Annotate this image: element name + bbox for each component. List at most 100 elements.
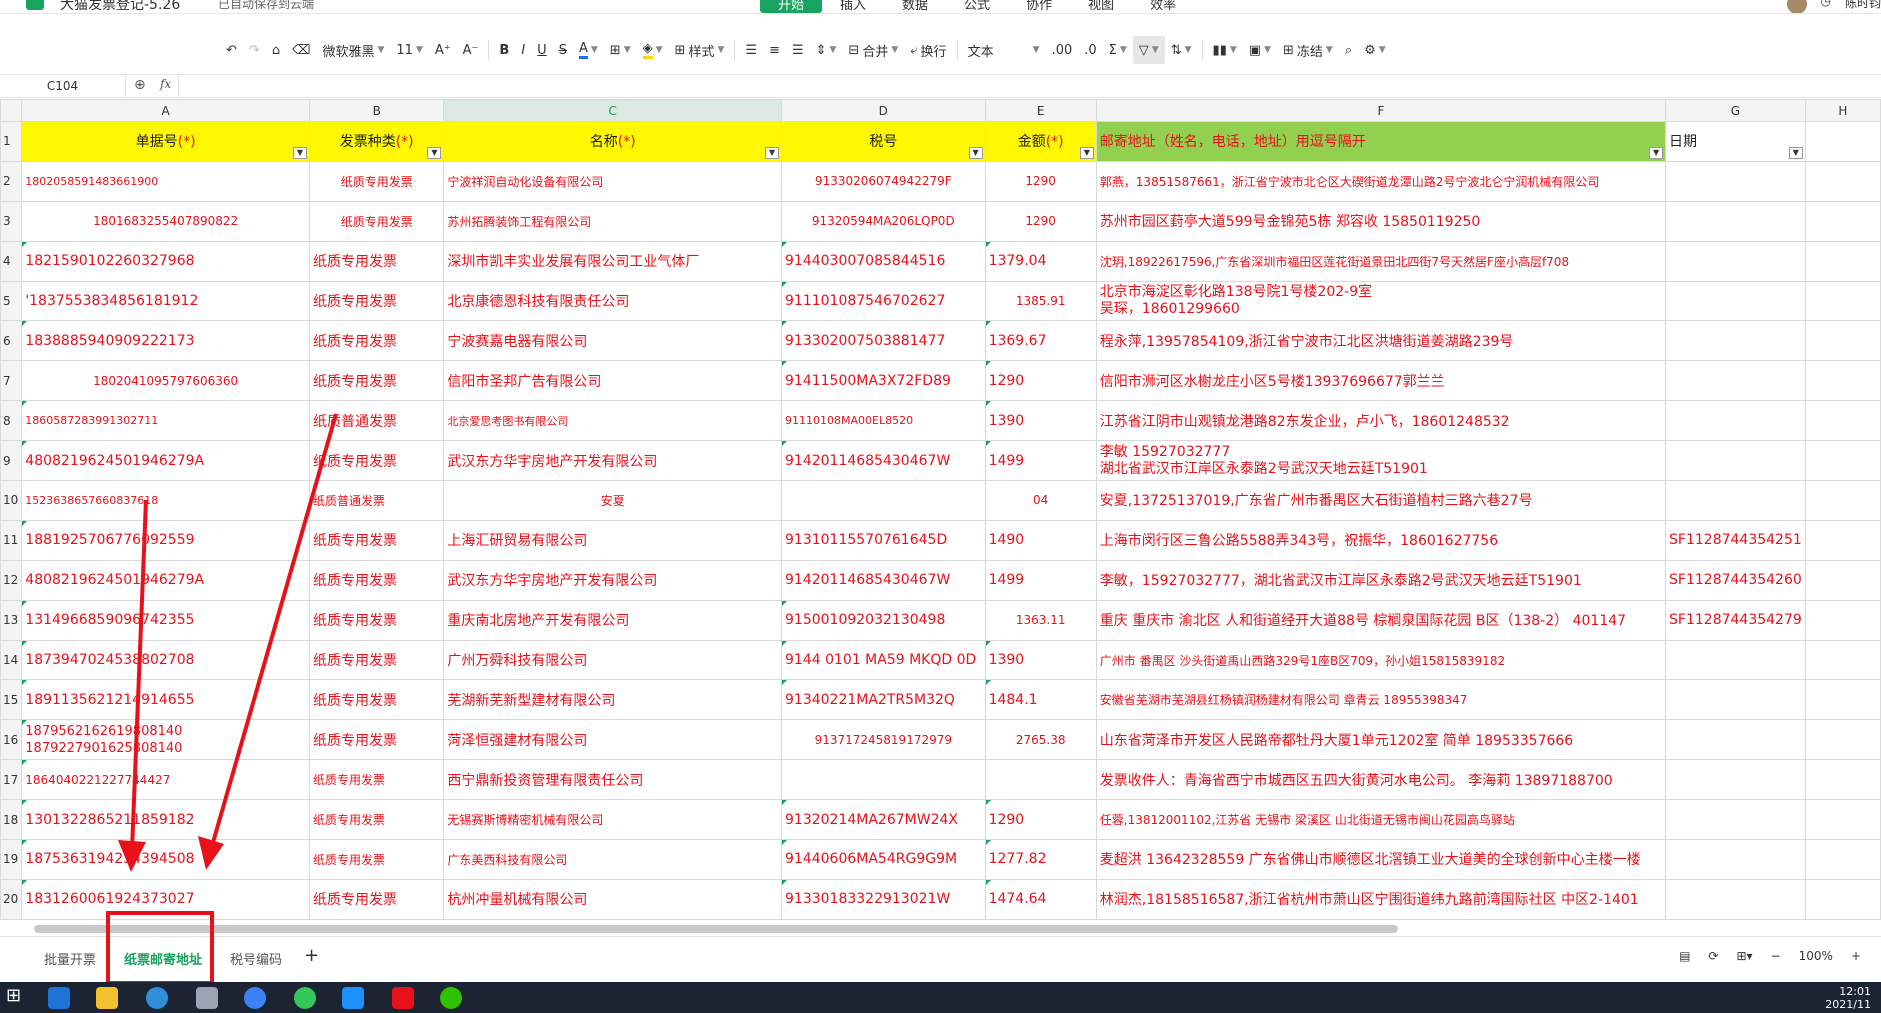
- header-cell[interactable]: 发票种类(*) ▼: [308, 121, 445, 162]
- cell-invoice-type[interactable]: 纸质专用发票: [308, 559, 445, 601]
- cell-address[interactable]: 北京市海淀区彰化路138号院1号楼202-9室 吴琛，18601299660: [1095, 280, 1667, 322]
- cell-company[interactable]: 深圳市凯丰实业发展有限公司工业气体厂: [443, 240, 783, 282]
- cell-date[interactable]: [1665, 679, 1806, 721]
- cell-invoice-no[interactable]: 1314966859096742355: [21, 599, 310, 641]
- column-header[interactable]: F: [1095, 99, 1667, 122]
- cell-invoice-type[interactable]: 纸质专用发票: [308, 639, 445, 681]
- windows-start-icon[interactable]: ⊞: [6, 985, 28, 1007]
- filter-dropdown-icon[interactable]: ▼: [1079, 146, 1094, 159]
- row-header[interactable]: 13: [0, 599, 23, 641]
- cell-tax-id[interactable]: 913717245819172979: [781, 719, 986, 761]
- row-header[interactable]: 18: [0, 799, 23, 841]
- cell-address[interactable]: 麦超洪 13642328559 广东省佛山市顺德区北滘镇工业大道美的全球创新中心…: [1095, 839, 1667, 880]
- avatar[interactable]: [1786, 0, 1807, 13]
- cell-amount[interactable]: 1385.91: [984, 280, 1097, 322]
- cell-company[interactable]: 信阳市圣邦广告有限公司: [443, 360, 783, 402]
- cell-company[interactable]: 广州万舜科技有限公司: [443, 639, 783, 681]
- cell-invoice-type[interactable]: 纸质专用发票: [308, 839, 445, 880]
- strikethrough-icon[interactable]: S: [553, 36, 573, 64]
- vertical-align-icon[interactable]: ⇕ ▼: [810, 36, 843, 64]
- font-size-select[interactable]: 11 ▼: [390, 36, 428, 64]
- cell-tax-id[interactable]: [781, 480, 986, 521]
- menu-tab-data[interactable]: 数据: [884, 0, 946, 13]
- cell-amount[interactable]: 1363.11: [984, 599, 1097, 641]
- more-tools-icon[interactable]: ⚙ ▼: [1358, 36, 1392, 64]
- menu-tab-efficiency[interactable]: 效率: [1132, 0, 1194, 13]
- cell-invoice-no[interactable]: 1881925706776092559: [21, 519, 310, 561]
- cell-company[interactable]: 安夏: [443, 480, 783, 521]
- empty-cell[interactable]: [1804, 519, 1881, 561]
- cell-tax-id[interactable]: 91310115570761645D: [781, 519, 986, 561]
- cell-invoice-type[interactable]: 纸质普通发票: [308, 480, 445, 521]
- cell-date[interactable]: [1665, 160, 1806, 202]
- image-icon[interactable]: ▣ ▼: [1243, 36, 1277, 64]
- cell-amount[interactable]: 04: [984, 480, 1097, 521]
- row-header[interactable]: 1: [0, 121, 23, 162]
- cell-invoice-type[interactable]: 纸质专用发票: [308, 440, 445, 482]
- cell-date[interactable]: [1665, 320, 1806, 362]
- cell-date[interactable]: [1665, 200, 1806, 242]
- cell-amount[interactable]: 1484.1: [984, 679, 1097, 721]
- mail-icon[interactable]: [48, 987, 70, 1009]
- cell-company[interactable]: 广东美西科技有限公司: [443, 839, 783, 880]
- row-header[interactable]: 4: [0, 240, 23, 282]
- row-header[interactable]: 14: [0, 639, 23, 681]
- cell-invoice-type[interactable]: 纸质专用发票: [308, 759, 445, 801]
- filter-dropdown-icon[interactable]: ▼: [968, 146, 983, 159]
- cell-amount[interactable]: 1499: [984, 440, 1097, 482]
- row-header[interactable]: 11: [0, 519, 23, 561]
- cell-tax-id[interactable]: 914403007085844516: [781, 240, 986, 282]
- column-header[interactable]: A: [21, 99, 310, 122]
- filter-dropdown-icon[interactable]: ▼: [1788, 146, 1803, 159]
- cell-company[interactable]: 上海汇研贸易有限公司: [443, 519, 783, 561]
- format-painter-icon[interactable]: ⌂: [266, 36, 286, 64]
- header-cell[interactable]: 日期 ▼: [1665, 121, 1806, 162]
- cell-date[interactable]: [1665, 719, 1806, 761]
- row-header[interactable]: 12: [0, 559, 23, 601]
- cell-invoice-no[interactable]: 1821590102260327968: [21, 240, 310, 282]
- sync-icon[interactable]: ⟳: [1708, 949, 1718, 963]
- cell-reference-box[interactable]: C104: [0, 75, 126, 97]
- cell-company[interactable]: 西宁鼎新投资管理有限责任公司: [443, 759, 783, 801]
- number-format-select[interactable]: 文本 ▼: [962, 36, 1046, 64]
- zoom-level[interactable]: 100%: [1799, 949, 1833, 963]
- menu-tab-collab[interactable]: 协作: [1008, 0, 1070, 13]
- file-explorer-icon[interactable]: [96, 987, 118, 1009]
- column-header[interactable]: D: [781, 99, 986, 122]
- row-header[interactable]: 17: [0, 759, 23, 801]
- cell-invoice-no[interactable]: 1802058591483661900: [21, 160, 310, 202]
- sheet-tab-batch[interactable]: 批量开票: [44, 949, 96, 968]
- sum-icon[interactable]: Σ ▼: [1103, 36, 1133, 64]
- cell-invoice-type[interactable]: 纸质专用发票: [308, 599, 445, 641]
- style-button[interactable]: ⊞ 样式 ▼: [669, 36, 731, 64]
- cell-date[interactable]: [1665, 639, 1806, 681]
- wechat-icon[interactable]: [440, 987, 462, 1009]
- row-header[interactable]: 9: [0, 440, 23, 482]
- align-left-icon[interactable]: ☰: [739, 36, 763, 64]
- sort-icon[interactable]: ⇅ ▼: [1165, 36, 1198, 64]
- history-icon[interactable]: ◷: [1821, 0, 1831, 13]
- merge-button[interactable]: ⊟ 合并 ▼: [842, 36, 904, 64]
- user-name[interactable]: 陈时钧: [1845, 0, 1881, 13]
- align-right-icon[interactable]: ☰: [786, 36, 810, 64]
- cell-date[interactable]: SF1128744354260: [1665, 559, 1806, 601]
- sheet-app-icon[interactable]: [26, 0, 44, 10]
- cell-tax-id[interactable]: 91440606MA54RG9G9M: [781, 839, 986, 880]
- filter-dropdown-icon[interactable]: ▼: [292, 146, 307, 159]
- cell-amount[interactable]: 1379.04: [984, 240, 1097, 282]
- cell-address[interactable]: 林润杰,18158516587,浙江省杭州市萧山区宁围街道纬九路前湾国际社区 中…: [1095, 878, 1667, 920]
- cell-amount[interactable]: 1369.67: [984, 320, 1097, 362]
- cell-date[interactable]: SF1128744354279: [1665, 599, 1806, 641]
- cell-amount[interactable]: 1390: [984, 400, 1097, 442]
- cell-invoice-type[interactable]: 纸质专用发票: [308, 360, 445, 402]
- empty-cell[interactable]: [1804, 440, 1881, 482]
- search-icon[interactable]: ⌕: [1339, 36, 1358, 64]
- decrease-font-icon[interactable]: A⁻: [457, 36, 485, 64]
- empty-cell[interactable]: [1804, 639, 1881, 681]
- cell-address[interactable]: 广州市 番禺区 沙头街道禹山西路329号1座B区709，孙小姐158158391…: [1095, 639, 1667, 681]
- border-icon[interactable]: ⊞ ▼: [604, 36, 637, 64]
- filter-dropdown-icon[interactable]: ▼: [1649, 146, 1664, 159]
- column-header[interactable]: C: [443, 99, 783, 122]
- cell-invoice-no[interactable]: 1523638657660837618: [21, 480, 310, 521]
- cell-invoice-no[interactable]: 1801683255407890822: [21, 200, 310, 242]
